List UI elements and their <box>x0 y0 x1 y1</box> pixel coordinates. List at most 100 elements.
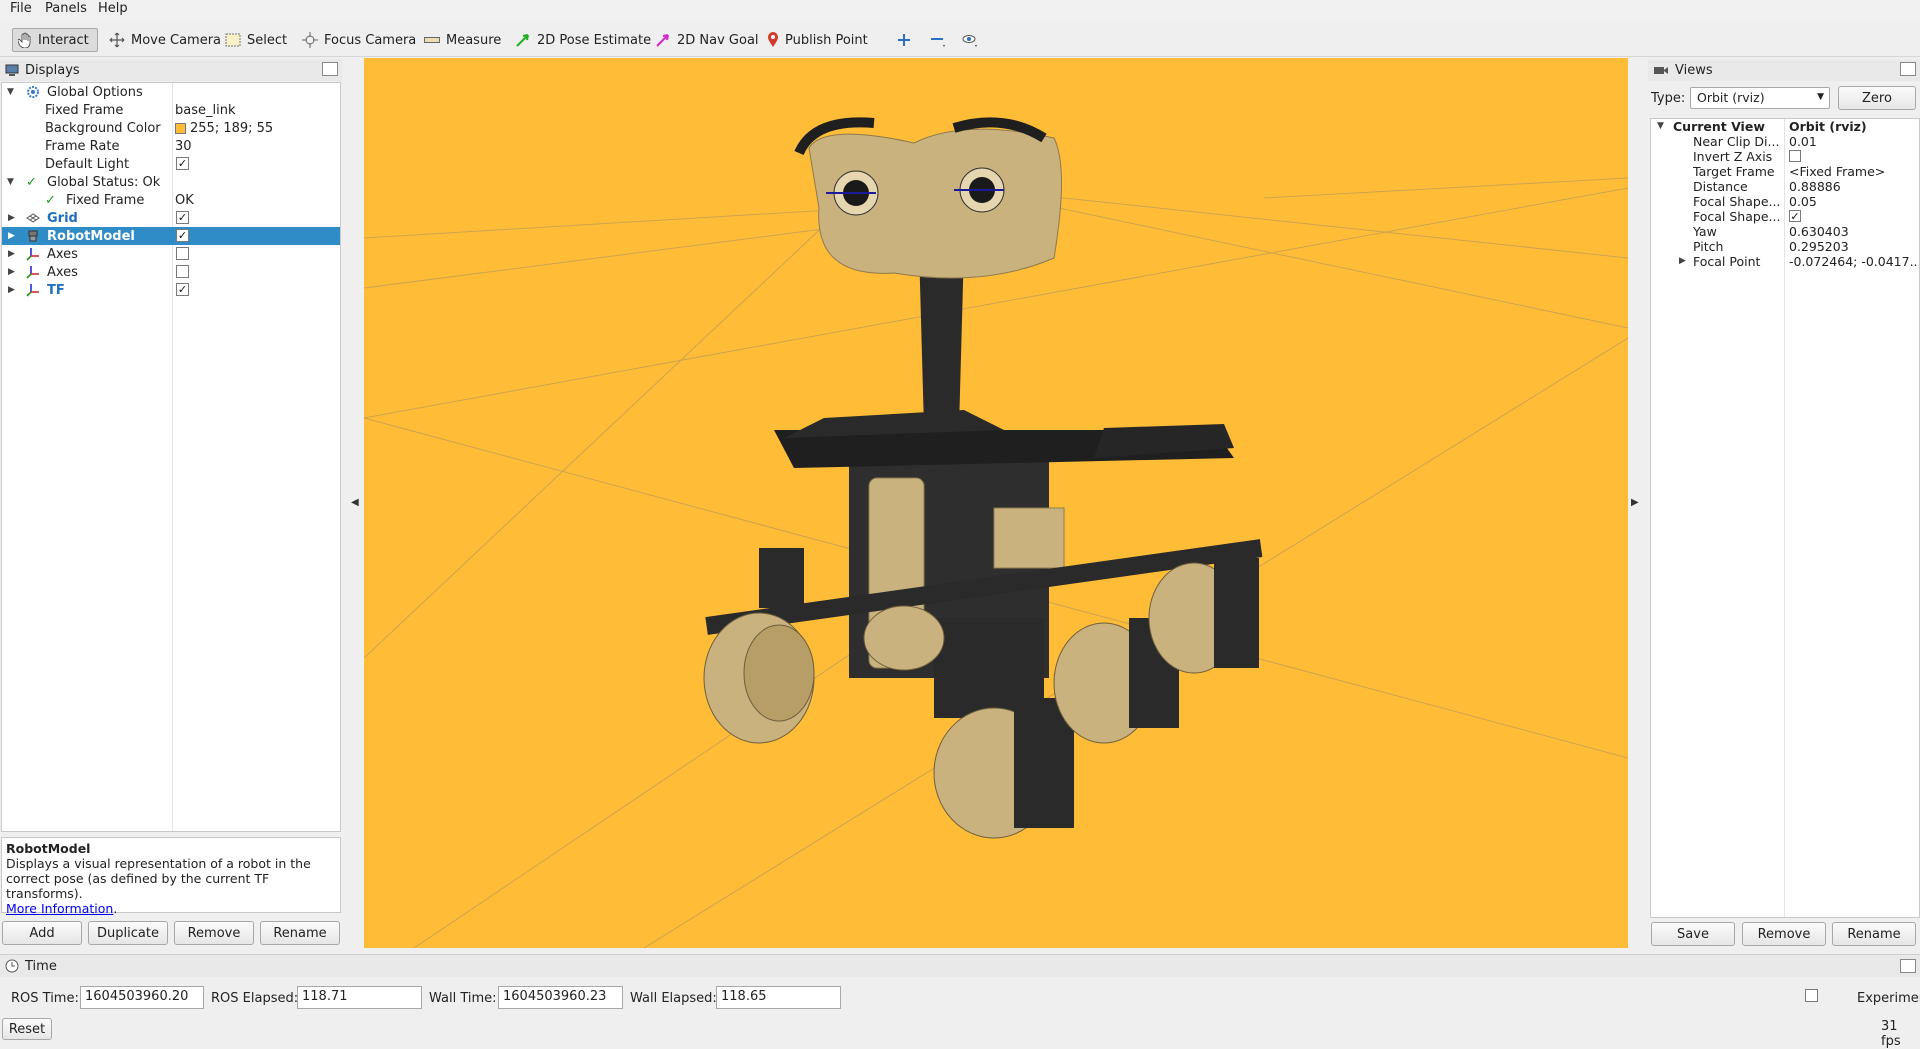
menu-file[interactable]: File <box>7 1 35 16</box>
select-button[interactable]: Select <box>220 28 292 52</box>
view-type-select[interactable]: Orbit (rviz) ▼ <box>1690 87 1830 109</box>
remove-tool-button[interactable] <box>924 28 952 52</box>
robot-model-checkbox[interactable]: ✓ <box>176 229 189 242</box>
tree-row-axes[interactable]: ▶ Axes <box>2 263 340 281</box>
pose-estimate-label: 2D Pose Estimate <box>537 32 652 48</box>
prop-row[interactable]: ▶ Focal Point -0.072464; -0.0417... <box>1651 254 1919 269</box>
3d-viewport[interactable] <box>364 58 1628 948</box>
prop-row[interactable]: Yaw 0.630403 <box>1651 224 1919 239</box>
tree-row-global-options[interactable]: ▼ Global Options <box>2 83 340 101</box>
map-pin-icon <box>768 32 778 47</box>
collapsed-arrow-icon[interactable]: ▶ <box>8 249 18 259</box>
rename-display-button[interactable]: Rename <box>260 921 340 945</box>
view-type-value: Orbit (rviz) <box>1697 90 1765 105</box>
link-suffix: . <box>113 901 118 916</box>
tree-row-grid[interactable]: ▶ Grid ✓ <box>2 209 340 227</box>
axes-checkbox[interactable] <box>176 265 189 278</box>
expanded-arrow-icon[interactable]: ▼ <box>7 87 17 97</box>
robot-scene <box>364 117 1628 948</box>
add-tool-button[interactable] <box>892 28 916 52</box>
prop-value[interactable]: 0.05 <box>1789 194 1919 209</box>
remove-display-button[interactable]: Remove <box>174 921 254 945</box>
menu-panels[interactable]: Panels <box>42 1 90 16</box>
tree-row-robot-model[interactable]: ▶ RobotModel ✓ <box>2 227 340 245</box>
collapsed-arrow-icon[interactable]: ▶ <box>8 267 18 277</box>
tree-row-frame-rate[interactable]: Frame Rate 30 <box>2 137 340 155</box>
prop-value[interactable]: 0.88886 <box>1789 179 1919 194</box>
ros-time-field[interactable]: 1604503960.20 <box>80 986 204 1009</box>
zero-view-button[interactable]: Zero <box>1838 86 1916 110</box>
prop-row[interactable]: Target Frame <Fixed Frame> <box>1651 164 1919 179</box>
prop-value[interactable]: 0.295203 <box>1789 239 1919 254</box>
nav-goal-button[interactable]: 2D Nav Goal <box>650 28 764 52</box>
prop-value[interactable]: 0.630403 <box>1789 224 1919 239</box>
pose-estimate-button[interactable]: 2D Pose Estimate <box>510 28 656 52</box>
collapse-left-arrow-icon[interactable]: ◀ <box>351 497 359 508</box>
experimental-checkbox[interactable] <box>1805 989 1818 1002</box>
tree-row-axes[interactable]: ▶ Axes <box>2 245 340 263</box>
default-light-checkbox[interactable]: ✓ <box>176 157 189 170</box>
add-display-button[interactable]: Add <box>2 921 82 945</box>
prop-row[interactable]: Focal Shape... ✓ <box>1651 209 1919 224</box>
remove-view-button[interactable]: Remove <box>1742 922 1826 946</box>
collapsed-arrow-icon[interactable]: ▶ <box>8 285 18 295</box>
eye-icon <box>962 35 977 47</box>
wall-elapsed-field[interactable]: 118.65 <box>716 986 841 1009</box>
measure-button[interactable]: Measure <box>419 28 506 52</box>
prop-row[interactable]: Near Clip Di... 0.01 <box>1651 134 1919 149</box>
tree-row-tf[interactable]: ▶ TF ✓ <box>2 281 340 299</box>
tree-row-default-light[interactable]: Default Light ✓ <box>2 155 340 173</box>
current-view-row[interactable]: ▼ Current View Orbit (rviz) <box>1651 119 1919 134</box>
move-camera-button[interactable]: Move Camera <box>104 28 226 52</box>
time-panel-header: Time <box>0 955 1920 977</box>
prop-row[interactable]: Distance 0.88886 <box>1651 179 1919 194</box>
view-properties-tree: ▼ Current View Orbit (rviz) Near Clip Di… <box>1650 118 1920 918</box>
focus-camera-button[interactable]: Focus Camera <box>297 28 421 52</box>
tf-checkbox[interactable]: ✓ <box>176 283 189 296</box>
invert-z-checkbox[interactable] <box>1789 150 1801 162</box>
ros-elapsed-field[interactable]: 118.71 <box>297 986 422 1009</box>
hand-icon <box>18 32 31 48</box>
select-icon <box>225 33 241 47</box>
duplicate-display-button[interactable]: Duplicate <box>88 921 168 945</box>
current-view-value: Orbit (rviz) <box>1789 119 1867 134</box>
axes-icon <box>26 248 39 261</box>
prop-row[interactable]: Invert Z Axis <box>1651 149 1919 164</box>
rename-view-button[interactable]: Rename <box>1832 922 1916 946</box>
prop-value[interactable]: <Fixed Frame> <box>1789 164 1919 179</box>
prop-value[interactable]: 0.01 <box>1789 134 1919 149</box>
publish-point-button[interactable]: Publish Point <box>762 28 873 52</box>
background-color-value[interactable]: 255; 189; 55 <box>175 121 273 136</box>
displays-float-button[interactable] <box>322 62 338 76</box>
wall-time-field[interactable]: 1604503960.23 <box>498 986 623 1009</box>
tree-row-fixed-frame[interactable]: Fixed Frame base_link <box>2 101 340 119</box>
interact-tool-button[interactable]: Interact <box>12 28 98 52</box>
tree-row-global-status[interactable]: ▼ ✓ Global Status: Ok <box>2 173 340 191</box>
tree-row-background-color[interactable]: Background Color 255; 189; 55 <box>2 119 340 137</box>
save-view-button[interactable]: Save <box>1651 922 1735 946</box>
menu-help[interactable]: Help <box>95 1 131 16</box>
axes-checkbox[interactable] <box>176 247 189 260</box>
time-float-button[interactable] <box>1900 959 1916 973</box>
collapsed-arrow-icon[interactable]: ▶ <box>1679 256 1689 266</box>
collapsed-arrow-icon[interactable]: ▶ <box>8 213 18 223</box>
reset-button[interactable]: Reset <box>2 1018 52 1040</box>
collapse-right-arrow-icon[interactable]: ▶ <box>1631 497 1639 508</box>
collapsed-arrow-icon[interactable]: ▶ <box>8 231 18 241</box>
toolbar: Interact Move Camera Select Focus Camera… <box>0 20 1920 57</box>
fixed-frame-value[interactable]: base_link <box>175 103 235 118</box>
prop-row[interactable]: Focal Shape... 0.05 <box>1651 194 1919 209</box>
prop-row[interactable]: Pitch 0.295203 <box>1651 239 1919 254</box>
prop-value[interactable]: -0.072464; -0.0417... <box>1789 254 1919 269</box>
grid-checkbox[interactable]: ✓ <box>176 211 189 224</box>
views-float-button[interactable] <box>1900 62 1916 76</box>
tree-row-status-fixed-frame[interactable]: ✓ Fixed Frame OK <box>2 191 340 209</box>
tool-properties-button[interactable] <box>956 28 984 52</box>
frame-rate-value[interactable]: 30 <box>175 139 192 154</box>
axes-label: Axes <box>47 246 78 262</box>
focal-shape-checkbox[interactable]: ✓ <box>1789 210 1801 222</box>
more-information-link[interactable]: More Information <box>6 901 113 916</box>
nav-goal-label: 2D Nav Goal <box>677 32 759 48</box>
expanded-arrow-icon[interactable]: ▼ <box>1657 121 1667 131</box>
expanded-arrow-icon[interactable]: ▼ <box>7 177 17 187</box>
